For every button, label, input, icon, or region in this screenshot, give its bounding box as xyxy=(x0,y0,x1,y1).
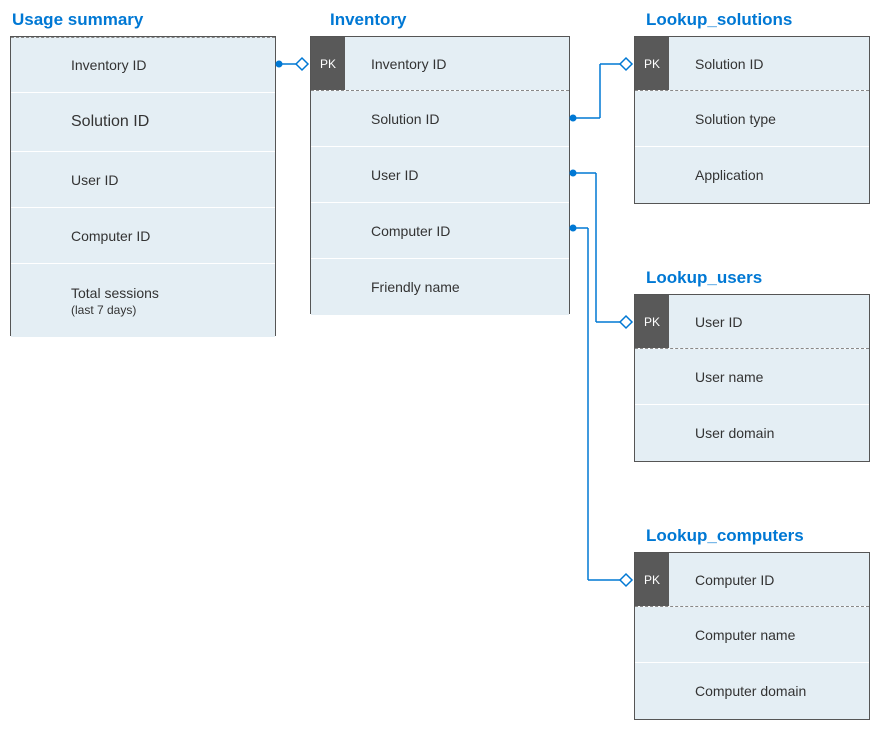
field-label: Solution ID xyxy=(669,56,869,72)
field-label: Solution ID xyxy=(345,111,569,127)
field-label: User ID xyxy=(45,172,275,188)
field-row: User domain xyxy=(635,405,869,461)
entity-usage-summary: Inventory ID Solution ID User ID Compute… xyxy=(10,36,276,336)
field-label: Computer ID xyxy=(345,223,569,239)
field-label: Application xyxy=(669,167,869,183)
field-row: User ID xyxy=(311,147,569,203)
field-row: PK Computer ID xyxy=(635,553,869,607)
field-label: Computer domain xyxy=(669,683,869,699)
title-inventory: Inventory xyxy=(330,10,407,30)
field-label: User ID xyxy=(669,314,869,330)
title-usage-summary: Usage summary xyxy=(12,10,143,30)
field-label: Computer name xyxy=(669,627,869,643)
pk-badge: PK xyxy=(311,37,345,90)
field-label: Inventory ID xyxy=(45,57,275,73)
field-row: Computer ID xyxy=(11,208,275,264)
entity-inventory: PK Inventory ID Solution ID User ID Comp… xyxy=(310,36,570,314)
field-row: Total sessions (last 7 days) xyxy=(11,264,275,337)
field-row: PK Solution ID xyxy=(635,37,869,91)
field-row: User name xyxy=(635,349,869,405)
field-row: Solution ID xyxy=(11,93,275,152)
field-row: Friendly name xyxy=(311,259,569,315)
field-row: PK Inventory ID xyxy=(311,37,569,91)
field-label: Inventory ID xyxy=(345,56,569,72)
title-lookup-solutions: Lookup_solutions xyxy=(646,10,792,30)
field-row: Computer ID xyxy=(311,203,569,259)
title-lookup-computers: Lookup_computers xyxy=(646,526,804,546)
field-row: Solution ID xyxy=(311,91,569,147)
field-label: User ID xyxy=(345,167,569,183)
field-label: Total sessions (last 7 days) xyxy=(45,285,275,317)
field-row: Application xyxy=(635,147,869,203)
field-label: Computer ID xyxy=(669,572,869,588)
entity-lookup-users: PK User ID User name User domain xyxy=(634,294,870,462)
pk-badge: PK xyxy=(635,37,669,90)
entity-lookup-solutions: PK Solution ID Solution type Application xyxy=(634,36,870,204)
field-label: User domain xyxy=(669,425,869,441)
field-row: PK User ID xyxy=(635,295,869,349)
pk-badge: PK xyxy=(635,553,669,606)
field-row: Computer domain xyxy=(635,663,869,719)
title-lookup-users: Lookup_users xyxy=(646,268,762,288)
field-label: Solution type xyxy=(669,111,869,127)
field-label: Friendly name xyxy=(345,279,569,295)
field-row: Inventory ID xyxy=(11,37,275,93)
field-row: Computer name xyxy=(635,607,869,663)
field-row: User ID xyxy=(11,152,275,208)
field-row: Solution type xyxy=(635,91,869,147)
pk-badge: PK xyxy=(635,295,669,348)
field-label: Computer ID xyxy=(45,228,275,244)
entity-lookup-computers: PK Computer ID Computer name Computer do… xyxy=(634,552,870,720)
field-label: Solution ID xyxy=(45,113,275,131)
field-label: User name xyxy=(669,369,869,385)
